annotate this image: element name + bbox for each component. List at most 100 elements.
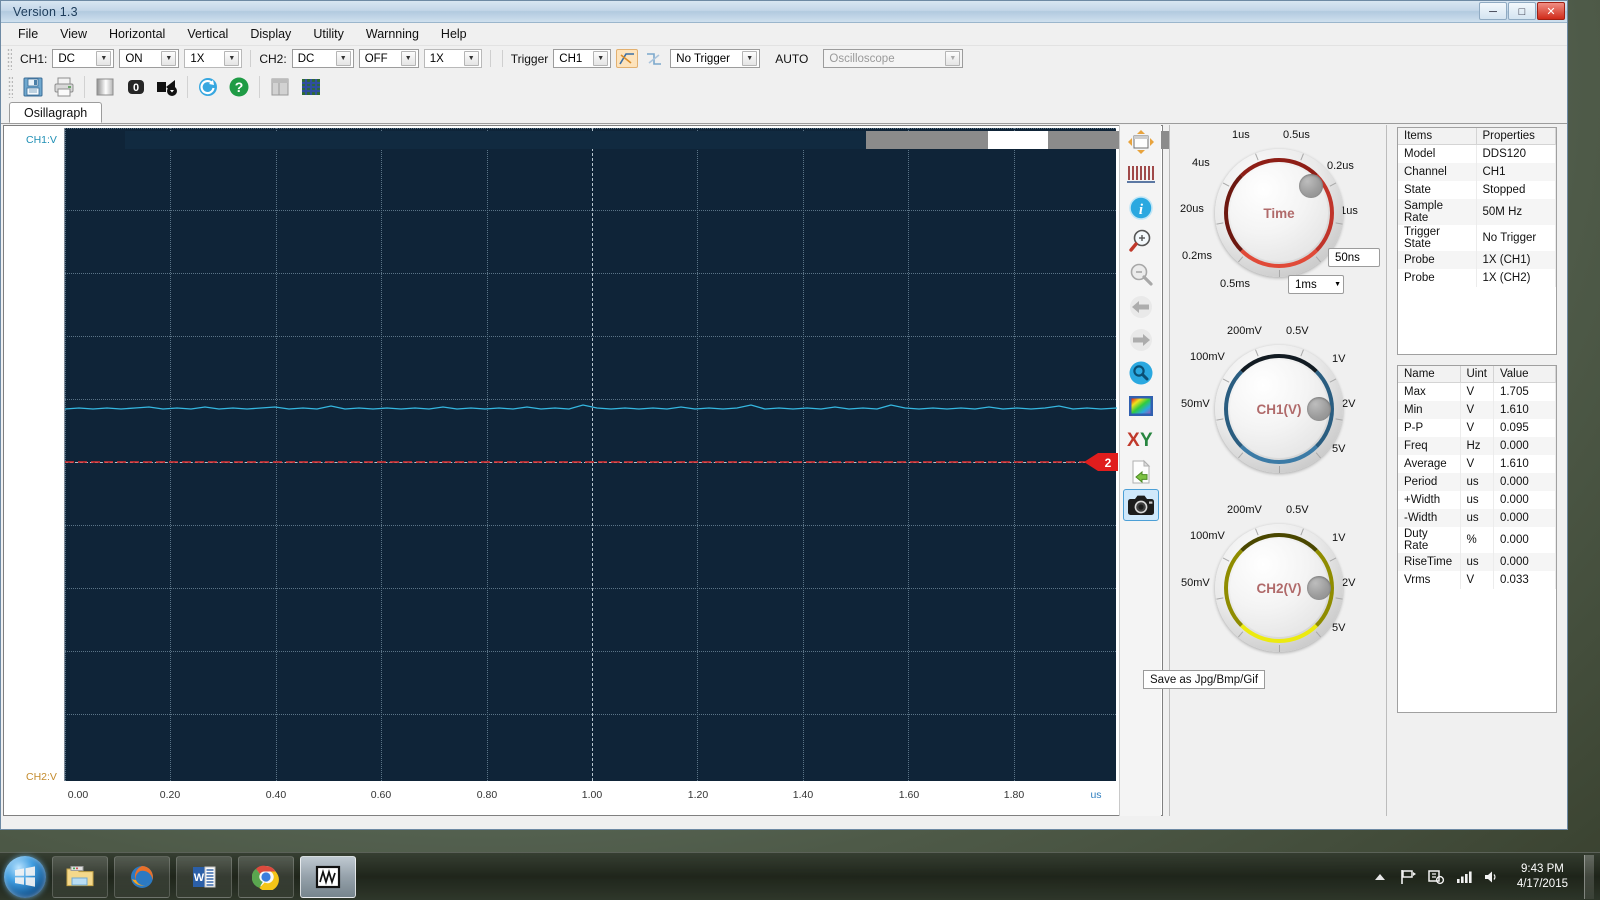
windows-taskbar: W 9:43 PM 4/17/2015 xyxy=(0,852,1600,900)
ch2-knob-tick-label: 5V xyxy=(1332,622,1346,634)
ch2-knob-tick-label: 2V xyxy=(1342,577,1356,589)
svg-text:X: X xyxy=(1127,430,1140,451)
chevron-down-icon: ▼ xyxy=(96,51,112,66)
column-header-uint: Uint xyxy=(1460,366,1494,383)
show-desktop-button[interactable] xyxy=(1584,854,1594,899)
help-button[interactable]: ? xyxy=(225,74,253,100)
chevron-down-icon: ▼ xyxy=(463,51,479,66)
toolbar-grip[interactable] xyxy=(8,75,13,98)
device-select[interactable]: Oscilloscope ▼ xyxy=(823,49,964,68)
print-button[interactable] xyxy=(50,74,78,100)
refresh-button[interactable] xyxy=(194,74,222,100)
x-tick: 0.80 xyxy=(476,789,498,801)
ch2-knob-tick-label: 1V xyxy=(1332,532,1346,544)
x-tick: 1.40 xyxy=(792,789,814,801)
color-palette-icon[interactable] xyxy=(1123,390,1159,422)
waveform-plot[interactable]: 2 xyxy=(64,128,1177,781)
arrow-left-icon[interactable] xyxy=(1123,291,1159,323)
start-orb-icon[interactable] xyxy=(4,855,46,898)
minimize-button[interactable]: ─ xyxy=(1479,2,1507,20)
menu-utility[interactable]: Utility xyxy=(302,24,355,44)
ch2-axis-label: CH2:V xyxy=(26,771,57,783)
arrow-right-icon[interactable] xyxy=(1123,324,1159,356)
info-icon[interactable]: i xyxy=(1123,192,1159,224)
taskbar-explorer[interactable] xyxy=(52,855,108,898)
ch2-volt-knob[interactable]: CH2(V) xyxy=(1215,524,1343,652)
ch2-knob-tick-label: 50mV xyxy=(1181,577,1210,589)
ch2-knob-pointer[interactable] xyxy=(1307,576,1331,600)
svg-text:Y: Y xyxy=(1140,430,1153,451)
gradient-button[interactable] xyxy=(91,74,119,100)
time-knob-tick-label: 1us xyxy=(1232,129,1250,141)
taskbar-chrome[interactable] xyxy=(238,855,294,898)
menu-warnning[interactable]: Warnning xyxy=(355,24,430,44)
network-icon[interactable] xyxy=(1455,868,1473,886)
x-tick: 0.60 xyxy=(370,789,392,801)
camera-icon[interactable] xyxy=(1123,489,1159,521)
time-range-select[interactable]: 50ns xyxy=(1328,248,1380,267)
taskbar-word[interactable]: W xyxy=(176,855,232,898)
xy-mode-icon[interactable]: XY xyxy=(1123,423,1159,455)
menu-file[interactable]: File xyxy=(7,24,49,44)
ch2-coupling-select[interactable]: DC ▼ xyxy=(291,49,354,68)
search-icon[interactable] xyxy=(1123,357,1159,389)
menu-help[interactable]: Help xyxy=(430,24,478,44)
time-knob-tick-label: 4us xyxy=(1192,157,1210,169)
svg-text:W: W xyxy=(194,872,205,884)
zoom-out-icon[interactable] xyxy=(1123,258,1159,290)
move-position-icon[interactable] xyxy=(1123,126,1159,158)
channel2-marker[interactable]: 2 xyxy=(1084,452,1118,472)
taskbar-clock[interactable]: 9:43 PM 4/17/2015 xyxy=(1511,862,1574,892)
rising-edge-icon[interactable] xyxy=(616,49,639,68)
time-knob-tick-label: 0.5us xyxy=(1283,129,1310,141)
show-hidden-icons[interactable] xyxy=(1371,868,1389,886)
taskbar-firefox[interactable] xyxy=(114,855,170,898)
chevron-down-icon: ▼ xyxy=(335,51,351,66)
ch1-knob-tick-label: 2V xyxy=(1342,398,1356,410)
volume-icon[interactable] xyxy=(1483,868,1501,886)
zoom-in-icon[interactable] xyxy=(1123,225,1159,257)
ch2-probe-select[interactable]: 1X ▼ xyxy=(423,49,482,68)
action-center-icon[interactable] xyxy=(1427,868,1445,886)
layout-button[interactable] xyxy=(266,74,294,100)
toolbar-grip[interactable] xyxy=(7,47,12,70)
ch1-volt-knob[interactable]: CH1(V) xyxy=(1215,345,1343,473)
maximize-button[interactable]: □ xyxy=(1508,2,1536,20)
time-knob[interactable]: Time xyxy=(1215,149,1343,277)
menu-vertical[interactable]: Vertical xyxy=(176,24,239,44)
time-base-select[interactable]: 1ms ▼ xyxy=(1288,275,1344,294)
taskbar-oscilloscope[interactable] xyxy=(300,855,356,898)
table-row: Duty Rate% 0.000 xyxy=(1398,526,1556,553)
close-button[interactable]: ✕ xyxy=(1537,2,1565,20)
x-tick: 1.20 xyxy=(687,789,709,801)
menu-bar: File View Horizontal Vertical Display Ut… xyxy=(1,23,1567,46)
falling-edge-icon[interactable] xyxy=(643,49,665,68)
save-button[interactable] xyxy=(19,74,47,100)
menu-display[interactable]: Display xyxy=(239,24,302,44)
x-tick: 1.80 xyxy=(1003,789,1025,801)
export-file-icon[interactable] xyxy=(1123,456,1159,488)
ch2-state-select[interactable]: OFF ▼ xyxy=(358,49,419,68)
ch1-coupling-select[interactable]: DC ▼ xyxy=(52,49,115,68)
flag-icon[interactable] xyxy=(1399,868,1417,886)
trigger-label: Trigger xyxy=(510,51,549,66)
main-toolbar: 0 ? xyxy=(1,71,1567,102)
zero-button[interactable]: 0 xyxy=(122,74,150,100)
channel-control-bar: CH1: DC ▼ ON ▼ 1X ▼ CH2: DC ▼ OFF ▼ 1X ▼ Trigg… xyxy=(1,46,1567,71)
trigger-mode-select[interactable]: No Trigger ▼ xyxy=(670,49,761,68)
record-button[interactable] xyxy=(153,74,181,100)
ch1-knob-tick-label: 50mV xyxy=(1181,398,1210,410)
menu-horizontal[interactable]: Horizontal xyxy=(98,24,176,44)
clock-date: 4/17/2015 xyxy=(1516,877,1568,890)
tab-osillagraph[interactable]: Osillagraph xyxy=(9,102,103,123)
title-bar: Version 1.3 ─ □ ✕ xyxy=(1,1,1567,23)
ch1-probe-select[interactable]: 1X ▼ xyxy=(184,49,243,68)
ch1-state-select[interactable]: ON ▼ xyxy=(119,49,180,68)
grid-button[interactable] xyxy=(297,74,325,100)
ch1-knob-pointer[interactable] xyxy=(1307,397,1331,421)
time-knob-pointer[interactable] xyxy=(1299,174,1323,198)
waveform-comb-icon[interactable] xyxy=(1123,159,1159,191)
trigger-source-select[interactable]: CH1 ▼ xyxy=(553,49,612,68)
menu-view[interactable]: View xyxy=(49,24,98,44)
window-title: Version 1.3 xyxy=(13,4,78,19)
